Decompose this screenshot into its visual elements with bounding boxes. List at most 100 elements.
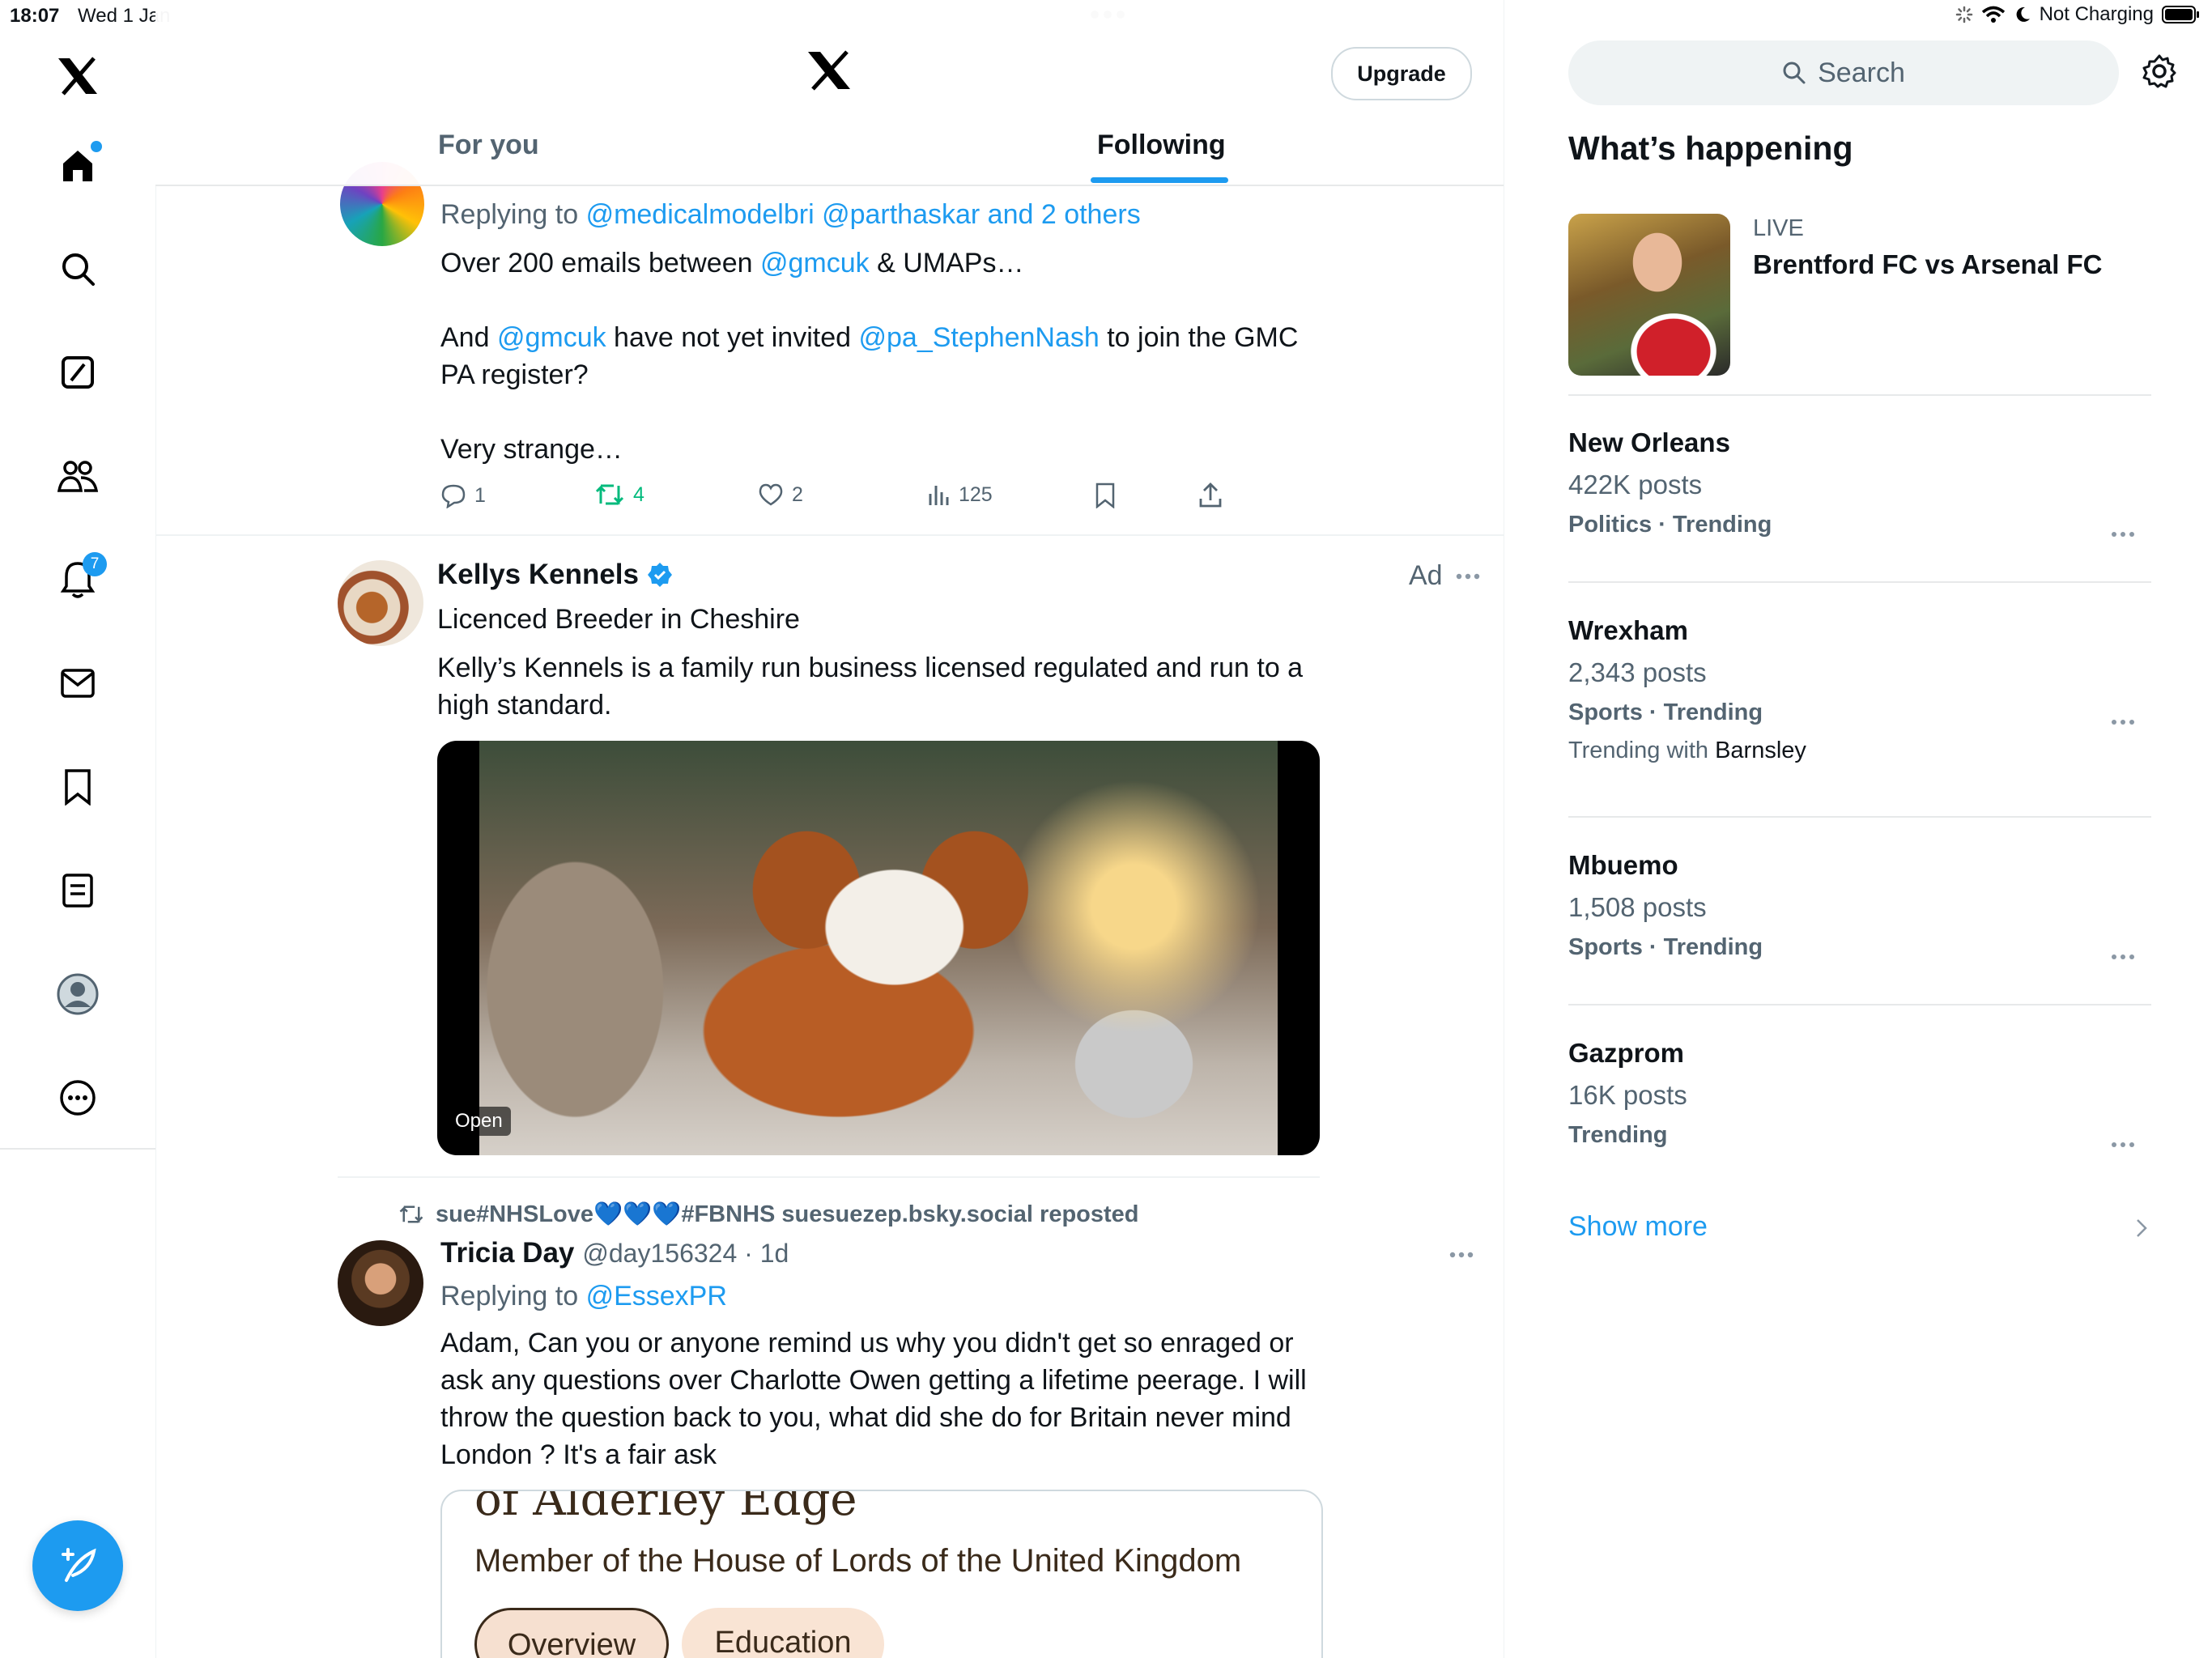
mention-link[interactable]: @pa_StephenNash (858, 322, 1099, 353)
trend-more-dots-icon[interactable] (2111, 531, 2135, 538)
tweet2-author: Tricia Day @day156324 · 1d (440, 1237, 789, 1269)
grok-icon[interactable] (50, 345, 105, 400)
whats-happening-heading: What’s happening (1568, 130, 1853, 167)
upgrade-button[interactable]: Upgrade (1331, 47, 1472, 100)
live-event-title[interactable]: Brentford FC vs Arsenal FC (1753, 249, 2103, 280)
lists-icon[interactable] (50, 863, 105, 918)
share-button[interactable] (1198, 483, 1223, 508)
timeline-header: Upgrade For you Following (155, 0, 1504, 186)
replying-to-mentions[interactable]: @EssexPR (586, 1281, 727, 1312)
like-button[interactable]: 2 (758, 483, 803, 507)
x-logo-icon[interactable] (50, 49, 105, 104)
messages-envelope-icon[interactable] (50, 656, 105, 711)
trend-item[interactable]: Mbuemo 1,508 posts Sports · Trending (1568, 850, 2151, 961)
tweet1-line2: And @gmcuk have not yet invited @pa_Step… (440, 319, 1298, 356)
tweet2-author-name[interactable]: Tricia Day (440, 1237, 574, 1269)
replying-to-mentions[interactable]: @medicalmodelbri @parthaskar and 2 other… (586, 199, 1141, 230)
repost-context-text[interactable]: sue#NHSLove💙💙💙#FBNHS suesuezep.bsky.soci… (436, 1201, 1139, 1228)
status-time: 18:07 (10, 5, 60, 27)
trend-item[interactable]: Wrexham 2,343 posts Sports · Trending Tr… (1568, 615, 2151, 764)
home-icon[interactable] (50, 138, 105, 193)
ad-author[interactable]: Kellys Kennels (437, 559, 673, 591)
ad-meta: Ad (1409, 560, 1480, 592)
repost-count: 4 (633, 483, 644, 506)
trend-divider (1568, 581, 2151, 583)
repost-button[interactable]: 4 (594, 483, 644, 507)
trending-with-name[interactable]: Barnsley (1715, 738, 1806, 763)
communities-icon[interactable] (50, 449, 105, 504)
tab-for-you[interactable]: For you (438, 130, 539, 161)
tweet2-handle-time[interactable]: @day156324 · 1d (582, 1239, 789, 1269)
tweet-separator (155, 534, 1504, 536)
bookmark-button[interactable] (1095, 483, 1116, 508)
tweet2-embedded-card[interactable]: of Alderley Edge Member of the House of … (440, 1490, 1323, 1658)
x-header-logo-icon[interactable] (806, 50, 852, 95)
trend-with: Trending with Barnsley (1568, 738, 2151, 764)
card-pill-overview[interactable]: Overview (474, 1608, 669, 1658)
trending-with-label: Trending with (1568, 738, 1709, 763)
mention-link[interactable]: @gmcuk (497, 322, 606, 353)
ad-label: Ad (1409, 560, 1443, 591)
replying-to-label: Replying to (440, 199, 579, 230)
tricia-day-avatar[interactable] (338, 1240, 423, 1326)
tweet2-body-line: London ? It's a fair ask (440, 1439, 717, 1470)
more-dots-icon[interactable] (1456, 573, 1480, 580)
tweet2-body-line: throw the question back to you, what did… (440, 1402, 1291, 1433)
trend-posts: 422K posts (1568, 470, 1703, 500)
tweet2-body-line: ask any questions over Charlotte Owen ge… (440, 1365, 1307, 1396)
views-chart-icon (929, 486, 949, 505)
ad-media-image[interactable]: Open (437, 741, 1320, 1155)
card-pill-education[interactable]: Education (682, 1608, 884, 1658)
live-label: LIVE (1753, 215, 1804, 241)
tab-following[interactable]: Following (1097, 130, 1226, 161)
tweet1-actions: 1 4 2 125 (440, 483, 1493, 515)
trend-divider (1568, 816, 2151, 818)
trend-more-dots-icon[interactable] (2111, 719, 2135, 725)
trend-category: Politics · Trending (1568, 512, 1772, 538)
heart-icon (759, 483, 783, 506)
settings-gear-icon[interactable] (2142, 53, 2177, 89)
tweet1-line3: PA register? (440, 359, 589, 390)
more-options-circle-icon[interactable] (50, 1070, 105, 1125)
tweet1-line4: Very strange… (440, 434, 623, 465)
notifications-bell-icon[interactable]: 7 (50, 552, 107, 607)
ad-subtitle: Licenced Breeder in Cheshire (437, 604, 800, 635)
feather-plus-icon (62, 1548, 96, 1582)
trend-divider (1568, 394, 2151, 396)
mention-link[interactable]: @gmcuk (760, 248, 870, 278)
trend-item[interactable]: Gazprom 16K posts Trending (1568, 1038, 2151, 1149)
trend-posts: 2,343 posts (1568, 657, 1707, 687)
search-input[interactable]: Search (1568, 40, 2119, 105)
trend-item[interactable]: New Orleans 422K posts Politics · Trendi… (1568, 427, 2151, 538)
text: And (440, 322, 497, 353)
text: Over 200 emails between (440, 248, 760, 278)
compose-post-button[interactable] (32, 1520, 123, 1611)
trend-category: Trending (1568, 1122, 1668, 1148)
tweet2-body-line: Adam, Can you or anyone remind us why yo… (440, 1328, 1294, 1358)
show-more-link[interactable]: Show more (1568, 1211, 1708, 1243)
search-icon[interactable] (50, 241, 105, 296)
puppy-photo (479, 741, 1278, 1155)
chevron-right-icon[interactable] (2135, 1218, 2148, 1239)
views-button[interactable]: 125 (926, 483, 993, 507)
nav-divider (0, 1148, 155, 1150)
search-placeholder: Search (1818, 57, 1905, 88)
tweet-separator (338, 1176, 1320, 1178)
text: have not yet invited (606, 322, 859, 353)
trend-more-dots-icon[interactable] (2111, 954, 2135, 960)
trend-more-dots-icon[interactable] (2111, 1141, 2135, 1148)
tweet1-line1: Over 200 emails between @gmcuk & UMAPs… (440, 244, 1023, 282)
bookmarks-icon[interactable] (50, 759, 105, 814)
profile-avatar-icon[interactable] (50, 967, 105, 1022)
notifications-badge: 7 (83, 552, 107, 576)
tweet2-more-dots-icon[interactable] (1449, 1252, 1474, 1258)
live-event-thumbnail[interactable] (1568, 214, 1730, 376)
bookmark-icon (1095, 483, 1115, 508)
reply-count: 1 (474, 483, 486, 507)
repost-icon (595, 484, 624, 505)
kellys-kennels-avatar[interactable] (338, 560, 423, 646)
open-media-badge[interactable]: Open (447, 1107, 511, 1136)
active-tab-indicator (1091, 177, 1228, 183)
reply-button[interactable]: 1 (440, 483, 486, 508)
ad-author-name[interactable]: Kellys Kennels (437, 559, 639, 591)
